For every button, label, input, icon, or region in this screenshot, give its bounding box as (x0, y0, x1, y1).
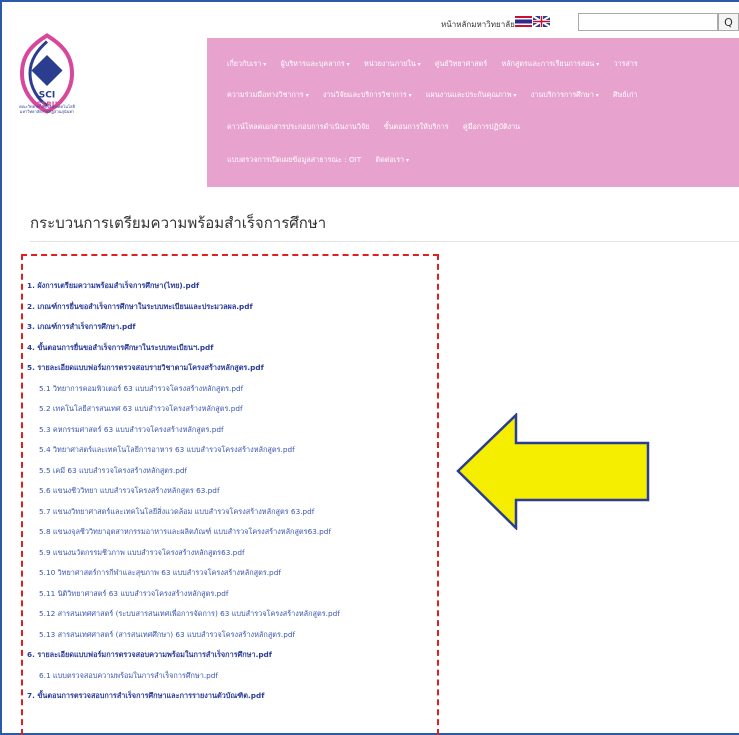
menu-item-staff[interactable]: ผู้บริหารและบุคลากร (281, 59, 350, 68)
document-link[interactable]: 5.2 เทคโนโลยีสารสนเทศ 63 แบบสำรวจโครงสร้… (27, 399, 447, 420)
document-link[interactable]: 5.13 สารสนเทศศาสตร์ (สารสนเทศศึกษา) 63 แ… (27, 625, 447, 646)
thai-flag-icon[interactable] (515, 16, 532, 27)
menu-item-science-center[interactable]: ศูนย์วิทยาศาสตร์ (435, 59, 487, 68)
uk-flag-icon[interactable] (533, 16, 550, 27)
document-link[interactable]: 5.1 วิทยาการคอมพิวเตอร์ 63 แบบสำรวจโครงส… (27, 379, 447, 400)
university-home-link[interactable]: หน้าหลักมหาวิทยาลัย (441, 18, 515, 31)
document-link[interactable]: 5.4 วิทยาศาสตร์และเทคโนโลยีการอาหาร 63 แ… (27, 440, 447, 461)
document-link[interactable]: 5.10 วิทยาศาสตร์การกีฬาและสุขภาพ 63 แบบส… (27, 563, 447, 584)
document-link[interactable]: 2. เกณฑ์การยื่นขอสำเร็จการศึกษาในระบบทะเ… (27, 297, 447, 318)
menu-item-alumni[interactable]: ศิษย์เก่า (613, 90, 637, 99)
document-link[interactable]: 3. เกณฑ์การสำเร็จการศึกษา.pdf (27, 317, 447, 338)
yellow-arrow-icon (456, 413, 650, 530)
menu-row-2: ความร่วมมือทางวิชาการ งานวิจัยและบริการว… (227, 90, 649, 101)
document-link[interactable]: 6. รายละเอียดแบบฟอร์มการตรวจสอบความพร้อม… (27, 645, 447, 666)
document-link[interactable]: 5. รายละเอียดแบบฟอร์มการตรวจสอบรายวิชาตา… (27, 358, 447, 379)
search-input[interactable] (578, 13, 718, 31)
document-link[interactable]: 5.9 แขนงนวัตกรรมชีวภาพ แบบสำรวจโครงสร้าง… (27, 543, 447, 564)
document-list: 1. ผังการเตรียมความพร้อมสำเร็จการศึกษา(ไ… (27, 276, 447, 707)
document-link[interactable]: 5.11 นิติวิทยาศาสตร์ 63 แบบสำรวจโครงสร้า… (27, 584, 447, 605)
menu-row-1: เกี่ยวกับเรา ผู้บริหารและบุคลากร หน่วยงา… (227, 59, 650, 70)
document-link[interactable]: 5.7 แขนงวิทยาศาสตร์และเทคโนโลยีสิ่งแวดล้… (27, 502, 447, 523)
menu-item-planning[interactable]: แผนงานและประกันคุณภาพ (426, 90, 517, 99)
document-link[interactable]: 4. ขั้นตอนการยื่นขอสำเร็จการศึกษาในระบบท… (27, 338, 447, 359)
document-link[interactable]: 5.6 แขนงชีววิทยา แบบสำรวจโครงสร้างหลักสู… (27, 481, 447, 502)
menu-item-journal[interactable]: วารสาร (614, 59, 638, 68)
document-link[interactable]: 1. ผังการเตรียมความพร้อมสำเร็จการศึกษา(ไ… (27, 276, 447, 297)
menu-item-service-steps[interactable]: ขั้นตอนการให้บริการ (384, 122, 449, 131)
search-button[interactable]: Q (718, 13, 739, 31)
menu-item-research-docs[interactable]: ดาวน์โหลดเอกสารประกอบการดำเนินงานวิจัย (227, 122, 369, 131)
menu-item-curriculum[interactable]: หลักสูตรและการเรียนการสอน (501, 59, 599, 68)
menu-row-4: แบบตรวจการเปิดเผยข้อมูลสาธารณะ : OIT ติด… (227, 155, 421, 166)
title-divider (30, 241, 739, 242)
menu-item-contact[interactable]: ติดต่อเรา (375, 155, 409, 164)
search-icon: Q (724, 15, 733, 29)
main-menu: เกี่ยวกับเรา ผู้บริหารและบุคลากร หน่วยงา… (207, 38, 739, 187)
menu-item-oit[interactable]: แบบตรวจการเปิดเผยข้อมูลสาธารณะ : OIT (227, 155, 361, 164)
menu-row-3: ดาวน์โหลดเอกสารประกอบการดำเนินงานวิจัย ข… (227, 122, 532, 133)
document-link[interactable]: 5.8 แขนงจุลชีววิทยาอุตสาหกรรมอาหารและผลิ… (27, 522, 447, 543)
menu-item-manual[interactable]: คู่มือการปฏิบัติงาน (463, 122, 520, 131)
document-link[interactable]: 5.3 คหกรรมศาสตร์ 63 แบบสำรวจโครงสร้างหลั… (27, 420, 447, 441)
menu-item-education-service[interactable]: งานบริการการศึกษา (531, 90, 599, 99)
menu-item-cooperation[interactable]: ความร่วมมือทางวิชาการ (227, 90, 309, 99)
svg-text:SCI: SCI (39, 91, 55, 101)
menu-item-units[interactable]: หน่วยงานภายใน (364, 59, 421, 68)
logo-caption: คณะวิทยาศาสตร์และเทคโนโลยี มหาวิทยาลัยรา… (19, 104, 75, 114)
page-title: กระบวนการเตรียมความพร้อมสำเร็จการศึกษา (30, 214, 327, 232)
document-link[interactable]: 5.5 เคมี 63 แบบสำรวจโครงสร้างหลักสูตร.pd… (27, 461, 447, 482)
menu-item-about[interactable]: เกี่ยวกับเรา (227, 59, 266, 68)
top-bar: หน้าหลักมหาวิทยาลัย Q (0, 10, 739, 36)
menu-item-research[interactable]: งานวิจัยและบริการวิชาการ (323, 90, 412, 99)
document-link[interactable]: 7. ขั้นตอนการตรวจสอบการสำเร็จการศึกษาและ… (27, 686, 447, 707)
document-link[interactable]: 6.1 แบบตรวจสอบความพร้อมในการสำเร็จการศึก… (27, 666, 447, 687)
document-link[interactable]: 5.12 สารสนเทศศาสตร์ (ระบบสารสนเทศเพื่อกา… (27, 604, 447, 625)
